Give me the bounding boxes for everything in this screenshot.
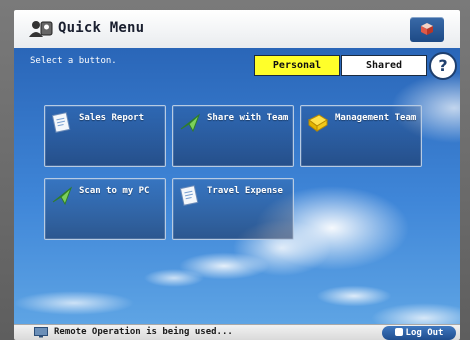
status-message: Remote Operation is being used...: [54, 327, 233, 337]
help-button[interactable]: ?: [429, 52, 457, 80]
logout-button[interactable]: Log Out: [382, 326, 456, 340]
quick-menu-screen: Quick Menu Select a button. Personal Sha…: [14, 10, 460, 340]
document-icon: [179, 185, 199, 206]
instruction-text: Select a button.: [30, 56, 117, 66]
page-title: Quick Menu: [58, 20, 145, 36]
send-icon: [180, 113, 201, 133]
tile-label: Management Team: [335, 113, 417, 123]
tab-personal[interactable]: Personal: [254, 55, 340, 76]
title-bar: Quick Menu: [14, 10, 460, 49]
remote-monitor-icon: [34, 327, 48, 338]
tile-label: Travel Expense: [207, 186, 283, 196]
logout-label: Log Out: [405, 328, 444, 338]
logout-icon: [394, 328, 403, 336]
folder-icon: [308, 114, 328, 132]
tab-shared[interactable]: Shared: [341, 55, 427, 76]
tile-share-with-team[interactable]: Share with Team: [172, 105, 294, 167]
send-icon: [52, 186, 73, 206]
quick-menu-settings-button[interactable]: [410, 17, 444, 42]
tile-management-team[interactable]: Management Team: [300, 105, 422, 167]
document-icon: [51, 112, 71, 133]
cube-icon: [421, 23, 433, 35]
tile-travel-expense[interactable]: Travel Expense: [172, 178, 294, 240]
tile-label: Sales Report: [79, 113, 145, 123]
tile-scan-to-my-pc[interactable]: Scan to my PC: [44, 178, 166, 240]
tile-sales-report[interactable]: Sales Report: [44, 105, 166, 167]
users-icon: [29, 21, 53, 37]
tile-label: Scan to my PC: [79, 186, 150, 196]
tile-label: Share with Team: [207, 113, 289, 123]
status-bar: Remote Operation is being used... Log Ou…: [14, 324, 460, 340]
